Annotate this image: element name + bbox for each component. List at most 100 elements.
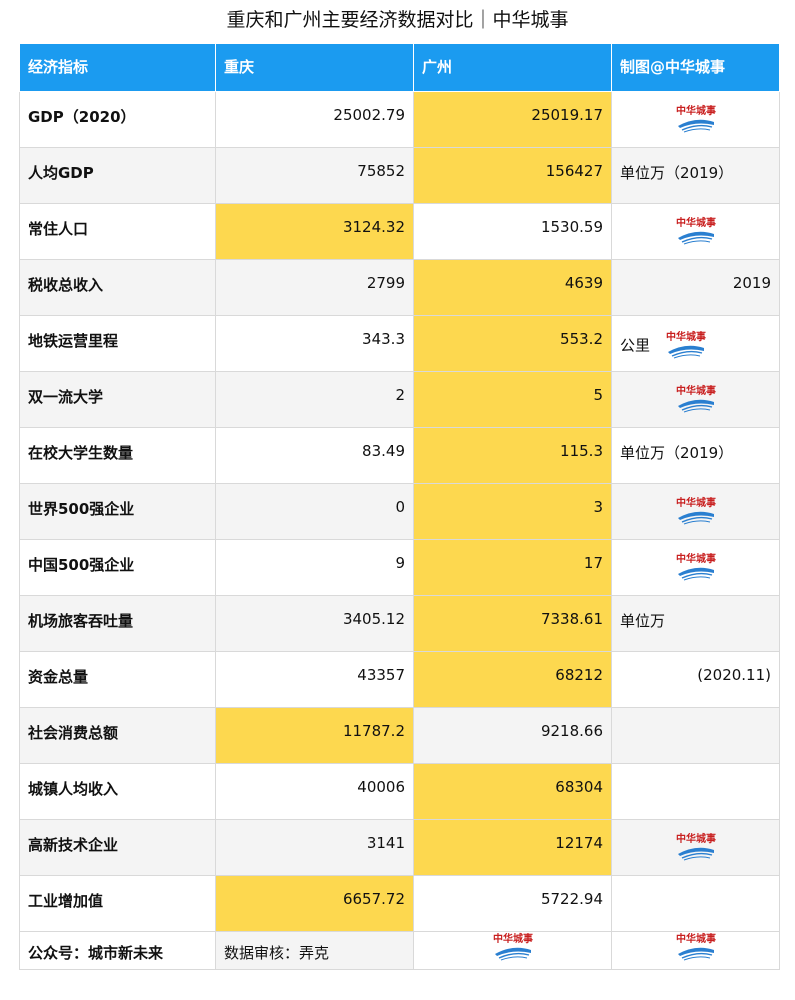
header-row: 经济指标 重庆 广州 制图@中华城事 [19, 43, 780, 92]
note-cell: 中华城事 [611, 483, 780, 540]
table-row: 人均GDP 75852 156427 单位万（2019） [19, 147, 780, 204]
guangzhou-value-cell: 115.3 [413, 427, 612, 484]
svg-text:中华城事: 中华城事 [676, 384, 716, 397]
note-cell [611, 707, 780, 764]
chongqing-value-cell: 3124.32 [215, 203, 414, 260]
brand-logo-icon: 中华城事 [676, 552, 716, 581]
footer-logo-cell-1: 中华城事 [413, 931, 612, 970]
indicator-cell: 城镇人均收入 [19, 763, 216, 820]
indicator-cell: 双一流大学 [19, 371, 216, 428]
table-row: 工业增加值 6657.72 5722.94 [19, 875, 780, 932]
table-body: GDP（2020） 25002.79 25019.17 中华城事 人均GDP 75852 1… [19, 91, 780, 932]
table-row: 社会消费总额 11787.2 9218.66 [19, 707, 780, 764]
indicator-cell: 工业增加值 [19, 875, 216, 932]
note-cell: 中华城事 [611, 371, 780, 428]
svg-text:中华城事: 中华城事 [676, 552, 716, 565]
header-credit: 制图@中华城事 [611, 43, 780, 92]
brand-logo-icon: 中华城事 [676, 932, 716, 961]
svg-text:中华城事: 中华城事 [676, 832, 716, 845]
indicator-cell: 中国500强企业 [19, 539, 216, 596]
guangzhou-value-cell: 553.2 [413, 315, 612, 372]
header-indicator: 经济指标 [19, 43, 216, 92]
brand-logo-icon: 中华城事 [676, 384, 716, 413]
guangzhou-value-cell: 9218.66 [413, 707, 612, 764]
table-row: 资金总量 43357 68212 (2020.11) [19, 651, 780, 708]
comparison-table: 经济指标 重庆 广州 制图@中华城事 GDP（2020） 25002.79 2501… [19, 43, 780, 970]
chongqing-value-cell: 0 [215, 483, 414, 540]
indicator-cell: 社会消费总额 [19, 707, 216, 764]
table-row: 常住人口 3124.32 1530.59 中华城事 [19, 203, 780, 260]
brand-logo-icon: 中华城事 [666, 330, 706, 359]
guangzhou-value-cell: 1530.59 [413, 203, 612, 260]
note-cell: (2020.11) [611, 651, 780, 708]
chongqing-value-cell: 43357 [215, 651, 414, 708]
header-chongqing: 重庆 [215, 43, 414, 92]
guangzhou-value-cell: 25019.17 [413, 91, 612, 148]
note-cell: 单位万 [611, 595, 780, 652]
table-row: 税收总收入 2799 4639 2019 [19, 259, 780, 316]
brand-logo-icon: 中华城事 [493, 932, 533, 961]
brand-logo-icon: 中华城事 [676, 496, 716, 525]
brand-logo-icon: 中华城事 [676, 216, 716, 245]
svg-text:中华城事: 中华城事 [493, 932, 533, 945]
note-cell [611, 763, 780, 820]
guangzhou-value-cell: 156427 [413, 147, 612, 204]
guangzhou-value-cell: 7338.61 [413, 595, 612, 652]
guangzhou-value-cell: 68212 [413, 651, 612, 708]
guangzhou-value-cell: 4639 [413, 259, 612, 316]
indicator-cell: 税收总收入 [19, 259, 216, 316]
note-cell: 2019 [611, 259, 780, 316]
header-guangzhou: 广州 [413, 43, 612, 92]
table-row: 机场旅客吞吐量 3405.12 7338.61 单位万 [19, 595, 780, 652]
chongqing-value-cell: 343.3 [215, 315, 414, 372]
indicator-cell: 高新技术企业 [19, 819, 216, 876]
note-cell: 中华城事 [611, 91, 780, 148]
indicator-cell: 常住人口 [19, 203, 216, 260]
page-title: 重庆和广州主要经济数据对比｜中华城事 [226, 9, 569, 31]
guangzhou-value-cell: 5 [413, 371, 612, 428]
chongqing-value-cell: 2 [215, 371, 414, 428]
footer-reviewer: 数据审核：弄克 [215, 931, 414, 970]
table-row: 世界500强企业 0 3 中华城事 [19, 483, 780, 540]
note-cell: 中华城事 [611, 203, 780, 260]
svg-text:中华城事: 中华城事 [676, 496, 716, 509]
indicator-cell: 资金总量 [19, 651, 216, 708]
note-text: 公里 [620, 336, 651, 355]
indicator-cell: 地铁运营里程 [19, 315, 216, 372]
svg-text:中华城事: 中华城事 [666, 330, 706, 343]
guangzhou-value-cell: 68304 [413, 763, 612, 820]
svg-text:中华城事: 中华城事 [676, 216, 716, 229]
note-cell [611, 875, 780, 932]
guangzhou-value-cell: 12174 [413, 819, 612, 876]
indicator-cell: 人均GDP [19, 147, 216, 204]
table-row: GDP（2020） 25002.79 25019.17 中华城事 [19, 91, 780, 148]
note-cell: 公里 中华城事 [611, 315, 780, 372]
chongqing-value-cell: 6657.72 [215, 875, 414, 932]
guangzhou-value-cell: 5722.94 [413, 875, 612, 932]
note-cell: 单位万（2019） [611, 147, 780, 204]
chongqing-value-cell: 9 [215, 539, 414, 596]
chongqing-value-cell: 83.49 [215, 427, 414, 484]
chongqing-value-cell: 2799 [215, 259, 414, 316]
indicator-cell: 机场旅客吞吐量 [19, 595, 216, 652]
indicator-cell: 世界500强企业 [19, 483, 216, 540]
indicator-cell: 在校大学生数量 [19, 427, 216, 484]
note-cell: 中华城事 [611, 539, 780, 596]
table-row: 中国500强企业 9 17 中华城事 [19, 539, 780, 596]
chongqing-value-cell: 3141 [215, 819, 414, 876]
footer-row: 公众号：城市新未来 数据审核：弄克 中华城事 中华城事 [19, 931, 780, 970]
svg-text:中华城事: 中华城事 [676, 104, 716, 117]
note-cell: 单位万（2019） [611, 427, 780, 484]
chongqing-value-cell: 3405.12 [215, 595, 414, 652]
guangzhou-value-cell: 3 [413, 483, 612, 540]
chongqing-value-cell: 40006 [215, 763, 414, 820]
table-row: 城镇人均收入 40006 68304 [19, 763, 780, 820]
brand-logo-icon: 中华城事 [676, 832, 716, 861]
note-cell: 中华城事 [611, 819, 780, 876]
chongqing-value-cell: 75852 [215, 147, 414, 204]
footer-account: 公众号：城市新未来 [19, 931, 216, 970]
table-row: 双一流大学 2 5 中华城事 [19, 371, 780, 428]
brand-logo-icon: 中华城事 [676, 104, 716, 133]
indicator-cell: GDP（2020） [19, 91, 216, 148]
table-row: 高新技术企业 3141 12174 中华城事 [19, 819, 780, 876]
